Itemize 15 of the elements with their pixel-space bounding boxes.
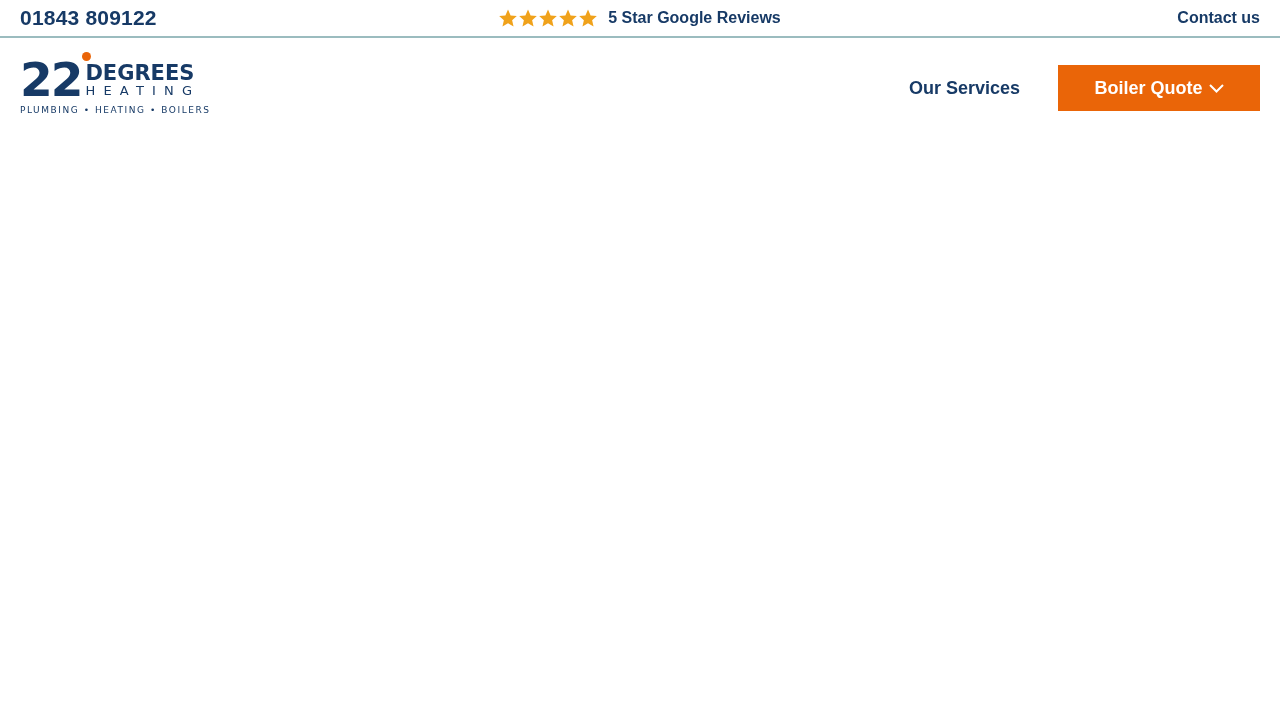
contact-link[interactable]: Contact us xyxy=(1177,9,1260,27)
star-icon xyxy=(539,9,558,27)
logo-name: DEGREES xyxy=(85,62,196,83)
chevron-down-icon xyxy=(1208,83,1224,93)
logo-tagline: PLUMBING • HEATING • BOILERS xyxy=(20,105,212,116)
nav-link[interactable]: Our Services xyxy=(908,77,1020,99)
dot-icon xyxy=(82,52,91,61)
reviews-text: 5 Star Google Reviews xyxy=(608,9,781,27)
star-icon xyxy=(559,9,578,27)
star-icon xyxy=(519,9,538,27)
logo-subtitle: HEATING xyxy=(85,83,201,98)
star-icon xyxy=(499,9,518,27)
logo-mark: 22 xyxy=(20,60,82,100)
star-icon xyxy=(579,9,598,27)
phone-number: 01843 809122 xyxy=(20,6,157,30)
